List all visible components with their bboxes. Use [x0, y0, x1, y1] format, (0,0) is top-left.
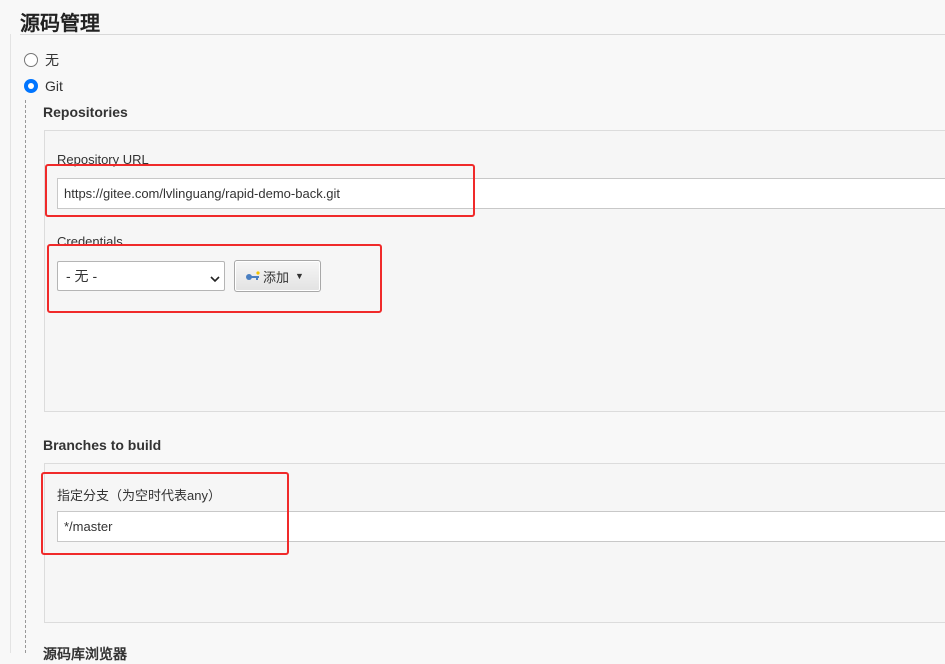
scm-option-none[interactable]: 无 — [24, 50, 59, 70]
radio-none[interactable] — [24, 53, 38, 67]
highlight-box-credentials — [47, 244, 382, 313]
scm-option-git-label: Git — [45, 78, 63, 94]
repositories-heading: Repositories — [43, 104, 128, 120]
highlight-box-repository-url — [45, 164, 475, 217]
git-options-indent-line — [25, 100, 26, 653]
title-divider — [20, 34, 945, 35]
section-title: 源码管理 — [20, 11, 100, 35]
highlight-box-branch — [41, 472, 289, 555]
scm-option-none-label: 无 — [45, 52, 59, 68]
page-left-border — [10, 34, 11, 653]
scm-option-git[interactable]: Git — [24, 78, 63, 94]
branches-heading: Branches to build — [43, 437, 162, 453]
repository-browser-label: 源码库浏览器 — [43, 646, 127, 662]
radio-git[interactable] — [24, 79, 38, 93]
